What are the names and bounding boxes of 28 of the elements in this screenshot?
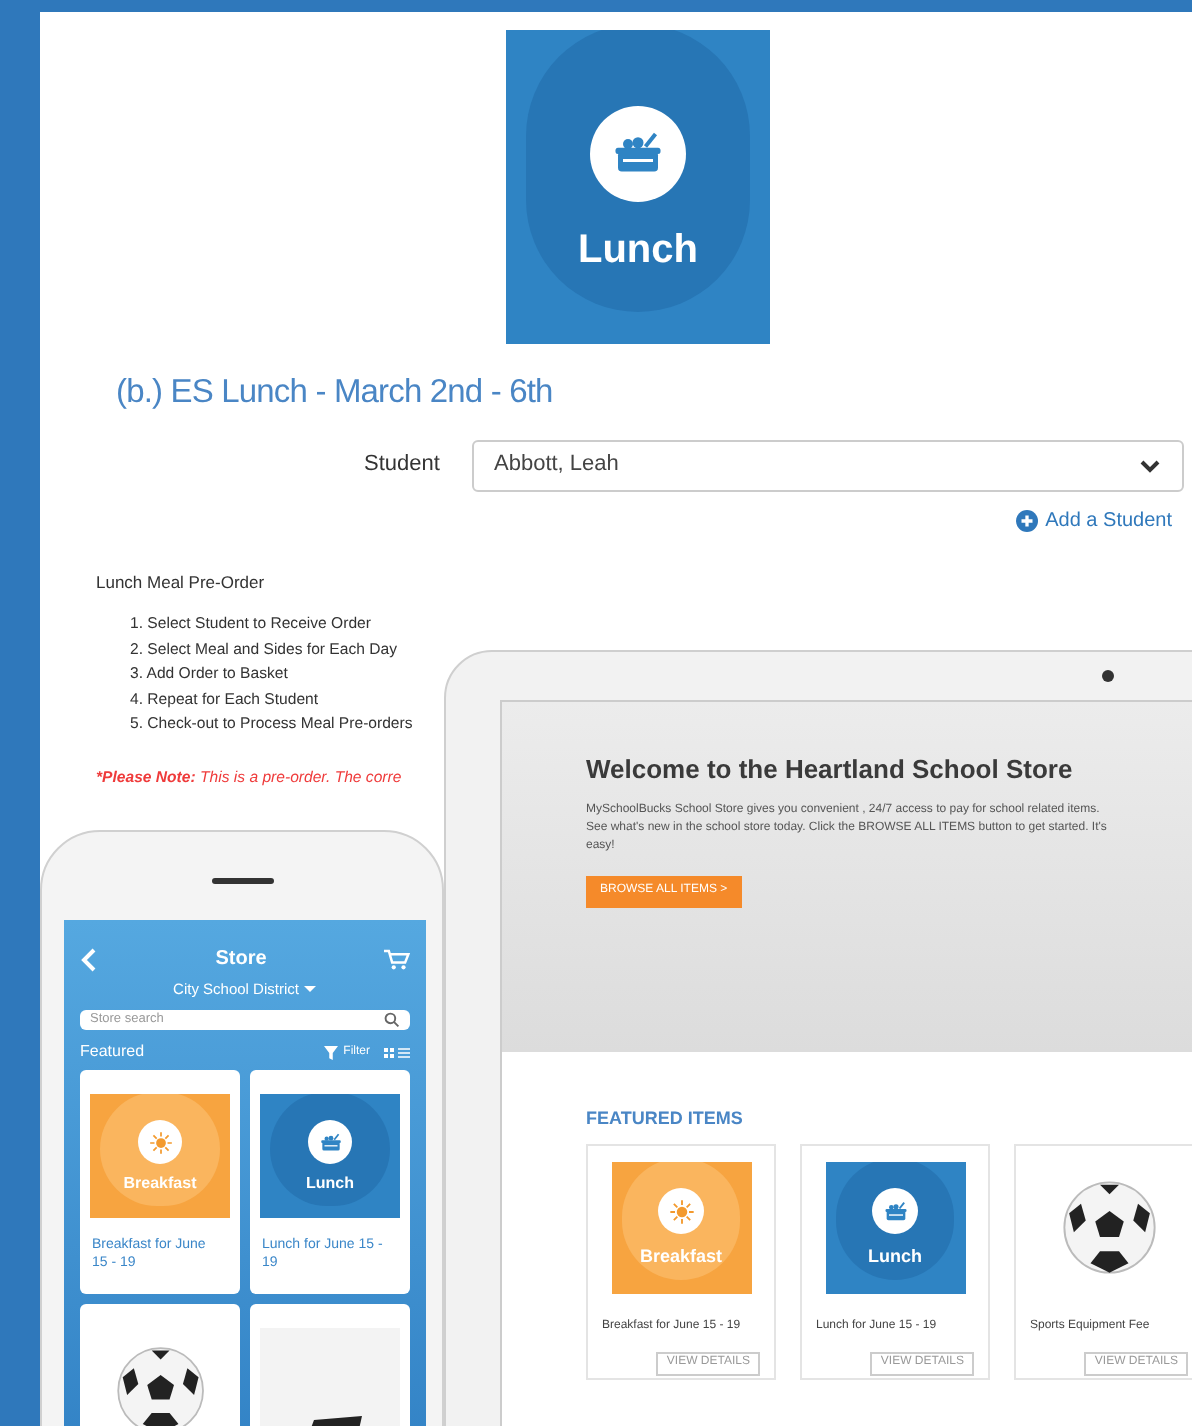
chevron-down-icon (1138, 455, 1162, 475)
sun-icon (667, 1197, 695, 1226)
back-chevron-icon (80, 947, 98, 971)
field-label: Student (364, 450, 442, 481)
section-heading: Lunch Meal Pre-Order (96, 569, 265, 595)
search-icon (384, 1012, 400, 1029)
hero-title: Welcome to the Heartland School Store (586, 752, 1073, 788)
tile-label: Lunch (306, 1175, 354, 1192)
tile-label: Breakfast (123, 1175, 197, 1192)
add-student-link[interactable]: Add a Student (1045, 505, 1172, 535)
dropdown-caret-icon (304, 986, 317, 993)
cart-icon (384, 947, 410, 971)
tile-label: Lunch (868, 1247, 922, 1266)
student-select[interactable]: Abbott, Leah (472, 439, 1184, 491)
basket-icon (317, 1129, 343, 1156)
tile-label: Breakfast (639, 1247, 723, 1266)
grid-list-icon (384, 1047, 410, 1057)
page-title: (b.) ES Lunch - March 2nd - 6th (116, 376, 553, 409)
sun-icon (147, 1129, 173, 1156)
filter-icon (323, 1045, 338, 1059)
screen-title: Store (215, 946, 267, 974)
tile-label: Lunch (578, 229, 698, 269)
soccer-ball-icon (1061, 1179, 1157, 1275)
speaker-slot (212, 878, 274, 884)
section-heading: Featured (80, 1040, 145, 1064)
plus-circle-icon (1015, 509, 1038, 531)
section-heading: FEATURED ITEMS (586, 1106, 745, 1132)
basket-icon (881, 1197, 909, 1226)
